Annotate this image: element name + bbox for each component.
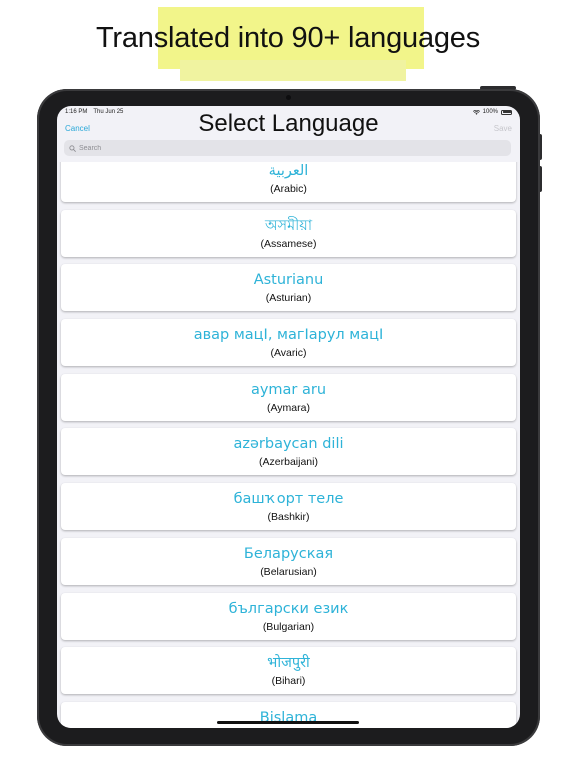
front-camera	[286, 95, 291, 100]
page-title: Select Language	[198, 110, 379, 137]
language-english-name: (Bihari)	[271, 675, 306, 688]
language-item-belarusian[interactable]: Беларуская (Belarusian)	[61, 537, 516, 585]
language-item-asturian[interactable]: Asturianu (Asturian)	[61, 264, 516, 312]
language-native-name: Asturianu	[253, 272, 324, 289]
search-input[interactable]	[79, 144, 479, 152]
language-item-bislama[interactable]: Bislama	[61, 701, 516, 728]
language-native-name: башҡорт теле	[233, 491, 344, 508]
language-native-name: авар мацӀ, магӀарул мацӀ	[193, 327, 384, 344]
search-icon	[69, 144, 76, 152]
language-english-name: (Azerbaijani)	[259, 456, 318, 469]
language-item-bihari[interactable]: भोजपुरी (Bihari)	[61, 647, 516, 695]
language-list[interactable]: العربية (Arabic) অসমীয়া (Assamese) Astu…	[57, 162, 520, 728]
language-native-name: অসমীয়া	[264, 217, 313, 234]
language-english-name: (Aymara)	[267, 401, 310, 414]
home-indicator[interactable]	[217, 721, 359, 724]
language-english-name: (Belarusian)	[260, 565, 317, 578]
language-english-name: (Asturian)	[265, 292, 312, 305]
language-english-name: (Avaric)	[270, 347, 307, 360]
language-native-name: azərbaycan dili	[233, 436, 344, 453]
headline-highlight-underline	[180, 60, 406, 81]
language-native-name: aymar aru	[250, 381, 327, 398]
language-english-name: (Assamese)	[260, 237, 317, 250]
save-button[interactable]: Save	[494, 124, 512, 133]
language-item-bulgarian[interactable]: български език (Bulgarian)	[61, 592, 516, 640]
language-item-azerbaijani[interactable]: azərbaycan dili (Azerbaijani)	[61, 428, 516, 476]
language-item-aymara[interactable]: aymar aru (Aymara)	[61, 373, 516, 421]
language-item-bashkir[interactable]: башҡорт теле (Bashkir)	[61, 483, 516, 531]
promo-headline: Translated into 90+ languages	[95, 22, 481, 54]
language-item-avaric[interactable]: авар мацӀ, магӀарул мацӀ (Avaric)	[61, 319, 516, 367]
language-native-name: العربية	[268, 163, 309, 179]
language-native-name: Беларуская	[243, 545, 334, 562]
language-english-name: (Arabic)	[270, 183, 307, 195]
app-screen: 1:16 PM Thu Jun 25 100% Cancel Select La…	[57, 106, 520, 728]
language-item-assamese[interactable]: অসমীয়া (Assamese)	[61, 209, 516, 257]
language-english-name: (Bulgarian)	[262, 620, 315, 633]
search-bar[interactable]	[64, 140, 511, 156]
language-native-name: भोजपुरी	[267, 655, 310, 672]
language-item-arabic[interactable]: العربية (Arabic)	[61, 162, 516, 202]
language-english-name: (Bashkir)	[267, 511, 310, 524]
language-native-name: български език	[228, 600, 349, 617]
